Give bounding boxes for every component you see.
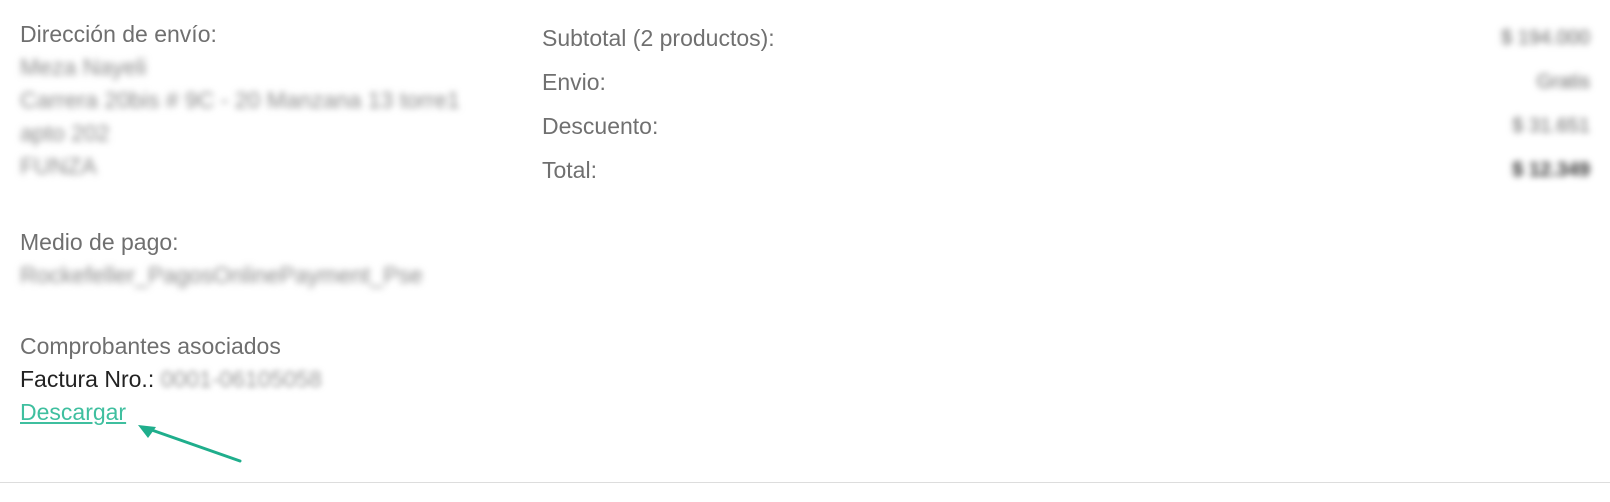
shipping-street: Carrera 20bis # 9C - 20 Manzana 13 torre… xyxy=(20,87,460,113)
payment-method-label: Medio de pago: xyxy=(20,229,179,255)
subtotal-value: $ 194.000 xyxy=(1501,26,1590,49)
shipping-city: FUNZA xyxy=(20,153,97,179)
subtotal-label: Subtotal (2 productos): xyxy=(542,24,775,51)
payment-method-value: Rockefeller_PagosOnlinePayment_Pse xyxy=(20,262,423,288)
summary-row-shipping: Envio: Gratis xyxy=(542,60,1590,104)
shipping-address-label: Dirección de envío: xyxy=(20,21,217,47)
download-invoice-link[interactable]: Descargar xyxy=(20,396,126,429)
order-summary: Subtotal (2 productos): $ 194.000 Envio:… xyxy=(542,16,1590,192)
annotation-arrow-icon xyxy=(138,425,242,463)
vouchers-section: Comprobantes asociados Factura Nro.: 000… xyxy=(20,330,510,429)
vouchers-label: Comprobantes asociados xyxy=(20,333,281,359)
invoice-label: Factura Nro.: xyxy=(20,366,155,392)
shipping-name: Meza Nayeli xyxy=(20,54,147,80)
bottom-divider xyxy=(0,482,1610,483)
invoice-line: Factura Nro.: 0001-06105058 xyxy=(20,363,510,396)
total-value: $ 12.349 xyxy=(1512,158,1590,181)
discount-label: Descuento: xyxy=(542,112,659,139)
payment-method-section: Medio de pago: Rockefeller_PagosOnlinePa… xyxy=(20,226,510,292)
shipping-cost-value: Gratis xyxy=(1536,70,1590,93)
discount-value: $ 31.651 xyxy=(1512,114,1590,137)
order-details-left: Dirección de envío: Meza Nayeli Carrera … xyxy=(20,18,510,429)
invoice-number: 0001-06105058 xyxy=(160,366,322,392)
shipping-apartment: apto 202 xyxy=(20,120,110,146)
total-label: Total: xyxy=(542,156,597,183)
summary-row-discount: Descuento: $ 31.651 xyxy=(542,104,1590,148)
summary-row-total: Total: $ 12.349 xyxy=(542,148,1590,192)
summary-row-subtotal: Subtotal (2 productos): $ 194.000 xyxy=(542,16,1590,60)
shipping-address-section: Dirección de envío: Meza Nayeli Carrera … xyxy=(20,18,510,183)
shipping-cost-label: Envio: xyxy=(542,68,606,95)
